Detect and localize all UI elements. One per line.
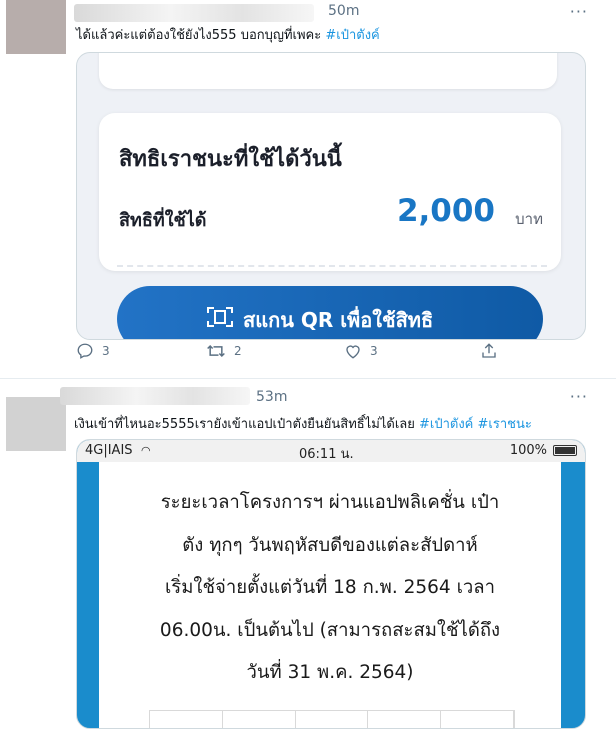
tweet[interactable]: 53m ··· เงินเข้าที่ไหนอะ5555เรายังเข้าแอ… — [0, 378, 616, 733]
tweet-text: ได้แล้วค่ะแต่ต้องใช้ยังไง555 บอกบุญที่เพ… — [76, 24, 380, 45]
hashtag-link[interactable]: #เราชนะ — [478, 417, 532, 432]
battery-status: 100% — [510, 443, 577, 458]
rights-amount: 2,000 — [396, 193, 495, 229]
cut-off-text: รายละเอียดการรับสิทธิ › — [213, 53, 424, 59]
reply-count: 3 — [102, 344, 110, 358]
program-description: ระยะเวลาโครงการฯ ผ่านแอปพลิเคชั่น เป๋า ต… — [99, 482, 561, 695]
tweet-text: เงินเข้าที่ไหนอะ5555เรายังเข้าแอปเป๋าตัง… — [74, 413, 532, 434]
description-line: ระยะเวลาโครงการฯ ผ่านแอปพลิเคชั่น เป๋า — [160, 492, 500, 513]
app-card-top: รายละเอียดการรับสิทธิ › — [99, 53, 557, 89]
rights-available-label: สิทธิที่ใช้ได้ — [119, 210, 207, 231]
tweet-timestamp[interactable]: 53m — [256, 389, 287, 405]
retweet-button[interactable]: 2 — [206, 342, 242, 360]
more-icon[interactable]: ··· — [570, 387, 588, 406]
like-count: 3 — [370, 344, 378, 358]
reply-button[interactable]: 3 — [76, 342, 110, 360]
status-clock: 06:11 น. — [299, 447, 354, 462]
battery-percent: 100% — [509, 443, 547, 458]
reply-icon — [77, 343, 93, 359]
tweet[interactable]: 50m ··· ได้แล้วค่ะแต่ต้องใช้ยังไง555 บอก… — [0, 0, 616, 378]
description-line: วันที่ 31 พ.ค. 2564) — [246, 662, 414, 683]
scan-qr-button: สแกน QR เพื่อใช้สิทธิ — [117, 286, 543, 339]
more-icon[interactable]: ··· — [570, 2, 588, 21]
description-line: ตัง ทุกๆ วันพฤหัสบดีของแต่ละสัปดาห์ — [182, 534, 478, 556]
retweet-count: 2 — [234, 344, 242, 358]
share-icon — [482, 343, 496, 358]
rights-card: สิทธิเราชนะที่ใช้ได้วันนี้ สิทธิที่ใช้ได… — [99, 113, 561, 271]
phone-content: ระยะเวลาโครงการฯ ผ่านแอปพลิเคชั่น เป๋า ต… — [99, 462, 561, 728]
description-line: เริ่มใช้จ่ายตั้งแต่วันที่ 18 ก.พ. 2564 เ… — [164, 577, 496, 598]
like-button[interactable]: 3 — [344, 342, 378, 360]
table-outline — [149, 710, 515, 728]
tweet-body: ได้แล้วค่ะแต่ต้องใช้ยังไง555 บอกบุญที่เพ… — [76, 28, 322, 43]
scan-qr-label: สแกน QR เพื่อใช้สิทธิ — [243, 308, 434, 332]
avatar[interactable] — [6, 397, 66, 451]
phone-status-bar: 4G|IAIS ◠ 06:11 น. 100% — [77, 440, 585, 462]
avatar[interactable] — [6, 0, 66, 54]
hashtag-link[interactable]: #เป๋าตังค์ — [325, 28, 379, 43]
divider — [117, 265, 547, 267]
carrier-label: 4G|IAIS — [85, 443, 133, 458]
tweet-body: เงินเข้าที่ไหนอะ5555เรายังเข้าแอปเป๋าตัง… — [74, 417, 415, 432]
author-name-redacted[interactable] — [60, 387, 250, 405]
wifi-icon: ◠ — [141, 444, 151, 457]
battery-icon — [553, 445, 577, 456]
currency-unit: บาท — [515, 210, 543, 228]
share-button[interactable] — [480, 342, 498, 360]
author-name-redacted[interactable] — [74, 4, 314, 22]
tweet-media-image[interactable]: 4G|IAIS ◠ 06:11 น. 100% ระยะเวลาโครงการฯ… — [76, 439, 586, 729]
rights-card-title: สิทธิเราชนะที่ใช้ได้วันนี้ — [119, 147, 342, 172]
scan-icon — [207, 307, 233, 327]
retweet-icon — [207, 344, 225, 358]
tweet-actions: 3 2 3 — [76, 342, 596, 362]
like-icon — [346, 345, 360, 359]
tweet-timestamp[interactable]: 50m — [328, 3, 359, 19]
hashtag-link[interactable]: #เป๋าตังค์ — [419, 417, 473, 432]
tweet-media-image[interactable]: รายละเอียดการรับสิทธิ › สิทธิเราชนะที่ใช… — [76, 52, 586, 340]
description-line: 06.00น. เป็นต้นไป (สามารถสะสมใช้ได้ถึง — [159, 619, 501, 641]
